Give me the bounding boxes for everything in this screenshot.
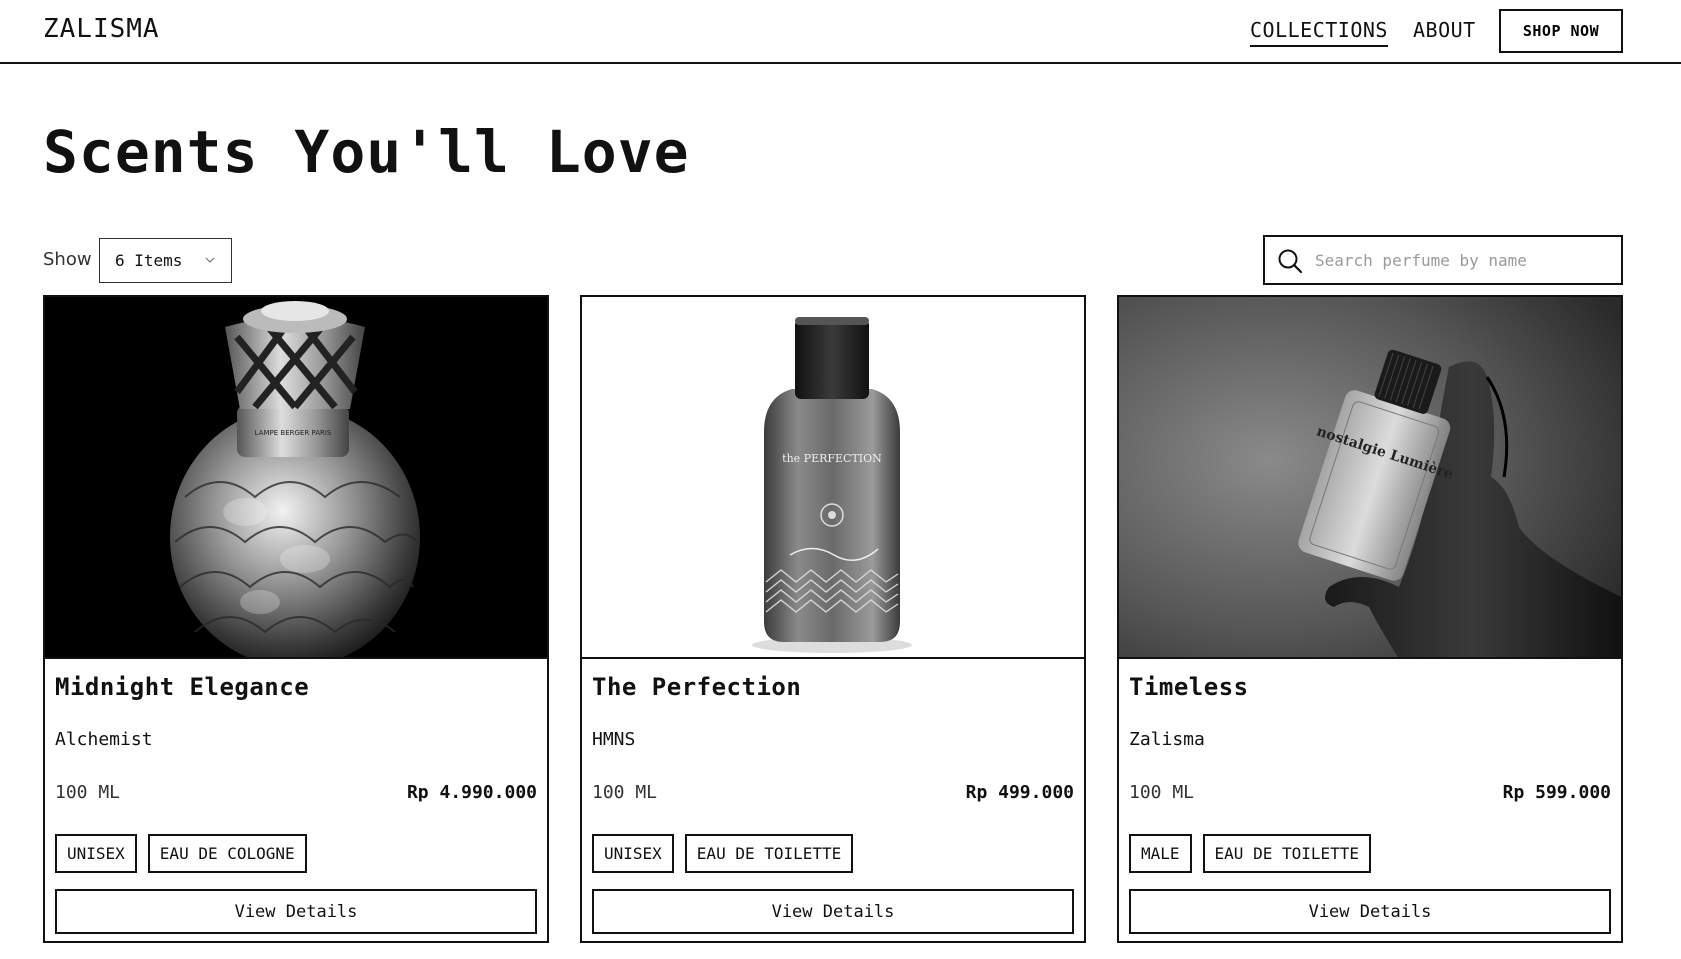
product-card: nostalgie Lumière Timeless Zalisma 100 M… bbox=[1117, 295, 1623, 943]
product-card: LAMPE BERGER PARIS Midnight Elegance Alc… bbox=[43, 295, 549, 943]
product-image[interactable]: LAMPE BERGER PARIS bbox=[45, 297, 547, 659]
site-header: ZALISMA COLLECTIONS ABOUT SHOP NOW bbox=[0, 0, 1681, 64]
product-name: Timeless bbox=[1129, 673, 1249, 701]
product-tags: UNISEX EAU DE TOILETTE bbox=[592, 834, 854, 873]
show-label: Show bbox=[43, 249, 92, 270]
product-card: the PERFECTION The Perfection HMNS 100 M… bbox=[580, 295, 1086, 943]
tag-type: EAU DE TOILETTE bbox=[1202, 834, 1372, 873]
product-image[interactable]: nostalgie Lumière bbox=[1119, 297, 1621, 659]
product-brand: Alchemist bbox=[55, 729, 153, 750]
bottle-label-text: the PERFECTION bbox=[782, 452, 882, 465]
product-price: Rp 499.000 bbox=[965, 782, 1074, 803]
product-brand: HMNS bbox=[592, 729, 636, 750]
product-name: The Perfection bbox=[592, 673, 802, 701]
tag-gender: UNISEX bbox=[592, 834, 674, 873]
view-details-button[interactable]: View Details bbox=[55, 889, 537, 934]
product-price: Rp 599.000 bbox=[1502, 782, 1611, 803]
nav-about-link[interactable]: ABOUT bbox=[1413, 18, 1476, 42]
tag-gender: UNISEX bbox=[55, 834, 137, 873]
product-volume: 100 ML bbox=[55, 782, 121, 803]
view-details-button[interactable]: View Details bbox=[1129, 889, 1611, 934]
product-image[interactable]: the PERFECTION bbox=[582, 297, 1084, 659]
tag-gender: MALE bbox=[1129, 834, 1192, 873]
product-price: Rp 4.990.000 bbox=[406, 782, 537, 803]
search-icon bbox=[1278, 249, 1303, 274]
product-brand: Zalisma bbox=[1129, 729, 1205, 750]
product-tags: UNISEX EAU DE COLOGNE bbox=[55, 834, 307, 873]
nav-collections-link[interactable]: COLLECTIONS bbox=[1250, 18, 1388, 47]
product-tags: MALE EAU DE TOILETTE bbox=[1129, 834, 1372, 873]
page-title: Scents You'll Love bbox=[43, 118, 690, 186]
tag-type: EAU DE COLOGNE bbox=[147, 834, 307, 873]
view-details-button[interactable]: View Details bbox=[592, 889, 1074, 934]
items-per-page-value: 6 Items bbox=[115, 251, 183, 270]
lamp-brand-engraving: LAMPE BERGER PARIS bbox=[255, 429, 332, 437]
perfume-lamp-bottle-image: LAMPE BERGER PARIS bbox=[45, 297, 547, 657]
product-volume: 100 ML bbox=[592, 782, 658, 803]
shop-now-button[interactable]: SHOP NOW bbox=[1499, 9, 1623, 53]
items-per-page-select[interactable]: 6 Items bbox=[99, 238, 232, 283]
hand-holding-perfume-image: nostalgie Lumière bbox=[1119, 297, 1621, 657]
search-input[interactable] bbox=[1315, 247, 1610, 273]
product-name: Midnight Elegance bbox=[55, 673, 310, 701]
perfume-bottle-image: the PERFECTION bbox=[582, 297, 1084, 657]
chevron-down-icon bbox=[205, 257, 215, 263]
tag-type: EAU DE TOILETTE bbox=[684, 834, 854, 873]
main-nav: COLLECTIONS ABOUT SHOP NOW bbox=[0, 0, 1681, 64]
product-volume: 100 ML bbox=[1129, 782, 1195, 803]
search-box bbox=[1263, 235, 1623, 285]
